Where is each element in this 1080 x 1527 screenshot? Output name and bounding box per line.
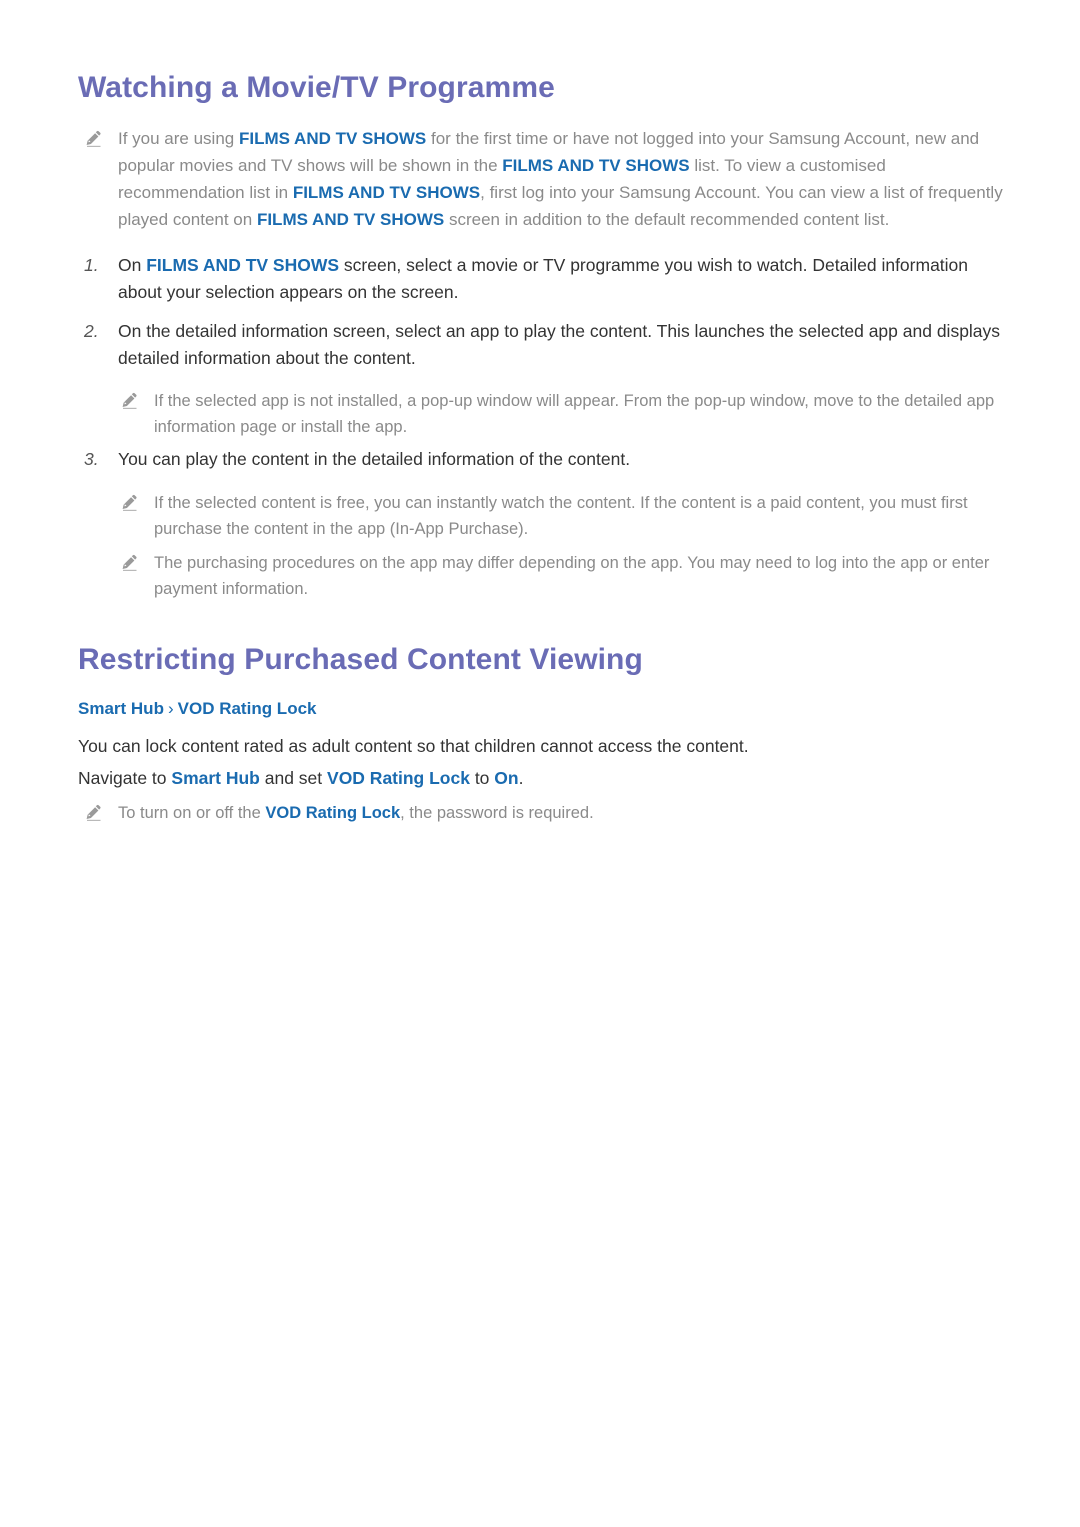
step-3-number: 3. — [84, 449, 99, 469]
note-purchasing-procedures: The purchasing procedures on the app may… — [120, 550, 1020, 602]
step-1-number: 1. — [84, 255, 99, 275]
document-page: Watching a Movie/TV Programme If you are… — [0, 0, 1080, 1527]
pencil-note-icon — [120, 493, 140, 513]
note-password-required: To turn on or off the VOD Rating Lock, t… — [84, 800, 984, 826]
page-title-restricting-purchased-content: Restricting Purchased Content Viewing — [78, 643, 643, 676]
note-app-not-installed: If the selected app is not installed, a … — [120, 388, 1010, 440]
note-intro: If you are using FILMS AND TV SHOWS for … — [84, 126, 1004, 233]
pencil-note-icon — [120, 553, 140, 573]
breadcrumb-item-vod-rating-lock[interactable]: VOD Rating Lock — [178, 699, 317, 718]
note-app-not-installed-text: If the selected app is not installed, a … — [154, 392, 995, 437]
paragraph-lock-adult-content: You can lock content rated as adult cont… — [78, 736, 749, 756]
note-intro-text: If you are using FILMS AND TV SHOWS for … — [118, 129, 1003, 229]
note-password-required-text: To turn on or off the VOD Rating Lock, t… — [118, 804, 594, 822]
step-1: 1. On FILMS AND TV SHOWS screen, select … — [84, 252, 1014, 306]
note-free-or-paid-content: If the selected content is free, you can… — [120, 490, 1030, 542]
chevron-right-icon: › — [167, 699, 174, 718]
step-1-text: On FILMS AND TV SHOWS screen, select a m… — [118, 255, 969, 303]
pencil-note-icon — [84, 803, 104, 823]
note-purchasing-procedures-text: The purchasing procedures on the app may… — [154, 554, 990, 599]
step-3: 3. You can play the content in the detai… — [84, 446, 1014, 473]
breadcrumb-item-smart-hub[interactable]: Smart Hub — [78, 699, 164, 718]
page-title-watching-a-movie: Watching a Movie/TV Programme — [78, 71, 555, 104]
step-2-text: On the detailed information screen, sele… — [118, 321, 1001, 369]
step-2-number: 2. — [84, 321, 99, 341]
step-2: 2. On the detailed information screen, s… — [84, 318, 1014, 372]
breadcrumb: Smart Hub › VOD Rating Lock — [78, 698, 317, 720]
pencil-note-icon — [84, 129, 104, 149]
note-free-or-paid-content-text: If the selected content is free, you can… — [154, 494, 968, 539]
step-3-text: You can play the content in the detailed… — [118, 449, 631, 469]
paragraph-navigate-instruction: Navigate to Smart Hub and set VOD Rating… — [78, 768, 524, 788]
pencil-note-icon — [120, 391, 140, 411]
